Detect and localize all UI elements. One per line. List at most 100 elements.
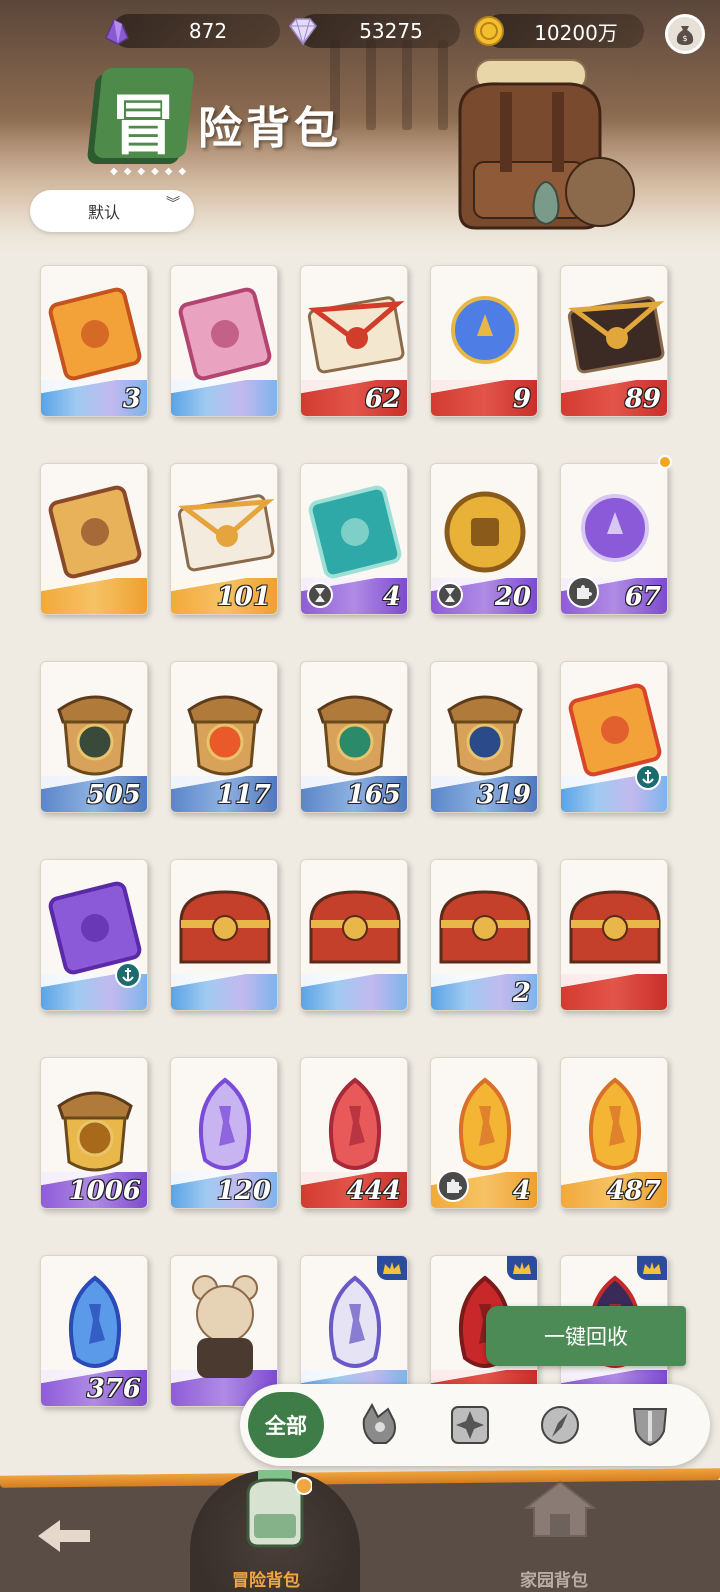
acorn-target-emblem-icon bbox=[187, 695, 263, 776]
item-card[interactable]: 376 bbox=[40, 1255, 148, 1407]
item-card[interactable] bbox=[300, 859, 408, 1011]
star-compass-icon[interactable] bbox=[444, 1399, 496, 1451]
item-card[interactable] bbox=[170, 265, 278, 417]
item-count: 3 bbox=[122, 383, 142, 414]
item-card[interactable] bbox=[170, 859, 278, 1011]
compass-icon[interactable] bbox=[534, 1399, 586, 1451]
item-card[interactable]: 101 bbox=[170, 463, 278, 615]
acorn-diamond-emblem-icon bbox=[57, 1091, 133, 1172]
hourglass-icon bbox=[437, 582, 463, 608]
gold-coin-icon bbox=[474, 16, 504, 46]
blue-key-gem-icon bbox=[68, 1275, 122, 1368]
money-bag-button[interactable]: $ bbox=[665, 14, 705, 54]
acorn-leaf-emblem-icon bbox=[317, 695, 393, 776]
anchor-icon bbox=[115, 962, 141, 988]
sort-dropdown[interactable]: 默认 ︾ bbox=[30, 190, 194, 232]
wolf-helmet-icon[interactable] bbox=[354, 1399, 406, 1451]
diamond-value: 53275 bbox=[359, 19, 423, 43]
item-card[interactable]: 2 bbox=[430, 859, 538, 1011]
item-card[interactable]: 67 bbox=[560, 463, 668, 615]
new-item-dot bbox=[658, 455, 672, 469]
gold-medal-coin-icon bbox=[444, 491, 526, 573]
item-card[interactable]: 20 bbox=[430, 463, 538, 615]
treasure-chest-icon bbox=[309, 890, 401, 964]
crown-icon bbox=[377, 1256, 407, 1280]
backpack-illustration-icon bbox=[458, 59, 635, 230]
teal-ticket-icon bbox=[308, 485, 402, 579]
adventure-bag-icon bbox=[246, 1470, 312, 1548]
crown-icon bbox=[507, 1256, 537, 1280]
item-count: 2 bbox=[512, 977, 532, 1008]
item-count: 117 bbox=[216, 779, 272, 810]
item-count: 487 bbox=[606, 1175, 662, 1206]
item-count: 4 bbox=[512, 1175, 532, 1206]
item-card[interactable]: 89 bbox=[560, 265, 668, 417]
puzzle-icon bbox=[437, 1170, 469, 1202]
treasure-chest-icon bbox=[179, 890, 271, 964]
item-card[interactable]: 62 bbox=[300, 265, 408, 417]
back-arrow-icon[interactable] bbox=[34, 1516, 94, 1556]
nav-adventure-bag[interactable]: 冒险背包 bbox=[222, 1460, 328, 1592]
mouse-character-figure-icon bbox=[192, 1275, 258, 1378]
item-card[interactable]: 3 bbox=[40, 265, 148, 417]
item-card[interactable] bbox=[40, 463, 148, 615]
item-card[interactable]: 505 bbox=[40, 661, 148, 813]
diamond-counter: 53275 bbox=[289, 14, 460, 48]
item-card[interactable] bbox=[560, 661, 668, 813]
item-count: 319 bbox=[476, 779, 532, 810]
crystal-orb-crown-icon bbox=[451, 296, 519, 364]
gold-coin-value: 10200万 bbox=[534, 20, 618, 45]
orange-ticket-icon bbox=[48, 287, 142, 381]
gold-coin-counter: 10200万 bbox=[474, 14, 644, 48]
white-envelope-letter-icon bbox=[177, 494, 275, 572]
anchor-icon bbox=[635, 764, 661, 790]
item-card[interactable] bbox=[40, 859, 148, 1011]
nav-adventure-bag-label: 冒险背包 bbox=[232, 1571, 300, 1591]
chevron-down-icon: ︾ bbox=[166, 196, 180, 212]
filter-all-button[interactable]: 全部 bbox=[248, 1392, 324, 1458]
item-count: 67 bbox=[624, 581, 662, 612]
acorn-star-emblem-icon bbox=[447, 695, 523, 776]
diamond-icon bbox=[289, 18, 317, 46]
hammer-plus-one-card-icon bbox=[48, 485, 142, 579]
item-card[interactable]: 9 bbox=[430, 265, 538, 417]
item-card[interactable]: 117 bbox=[170, 661, 278, 813]
purple-crystal-value: 872 bbox=[188, 19, 228, 43]
item-count: 9 bbox=[512, 383, 532, 414]
one-click-recycle-button[interactable]: 一键回收 bbox=[486, 1306, 686, 1366]
item-card[interactable] bbox=[170, 1255, 278, 1407]
item-card[interactable]: 165 bbox=[300, 661, 408, 813]
item-count: 101 bbox=[216, 581, 272, 612]
purple-crystal-icon bbox=[105, 18, 129, 45]
item-count: 165 bbox=[346, 779, 402, 810]
item-card[interactable]: 4 bbox=[300, 463, 408, 615]
svg-text:$: $ bbox=[682, 34, 687, 43]
red-envelope-letter-icon bbox=[307, 296, 405, 374]
title-dots: ◆◆◆◆◆◆ bbox=[110, 166, 193, 177]
item-card[interactable]: 487 bbox=[560, 1057, 668, 1209]
nav-home-bag[interactable]: 家园背包 bbox=[510, 1470, 610, 1592]
item-card[interactable]: 4 bbox=[430, 1057, 538, 1209]
rainbow-key-gem-icon bbox=[198, 1077, 252, 1170]
item-card[interactable]: 444 bbox=[300, 1057, 408, 1209]
item-card[interactable]: 120 bbox=[170, 1057, 278, 1209]
crown-icon bbox=[637, 1256, 667, 1280]
item-count: 62 bbox=[364, 383, 402, 414]
item-count: 376 bbox=[86, 1373, 142, 1404]
shield-sword-icon[interactable] bbox=[624, 1399, 676, 1451]
money-bag-icon: $ bbox=[676, 26, 694, 45]
prism-gem-icon bbox=[328, 1275, 382, 1368]
item-count: 505 bbox=[86, 779, 142, 810]
bottom-navigation bbox=[0, 1480, 720, 1592]
acorn-eye-emblem-icon bbox=[57, 695, 133, 776]
item-card[interactable]: 1006 bbox=[40, 1057, 148, 1209]
item-card[interactable] bbox=[560, 859, 668, 1011]
puzzle-icon bbox=[567, 576, 599, 608]
item-card[interactable]: 319 bbox=[430, 661, 538, 813]
hourglass-icon bbox=[307, 582, 333, 608]
treasure-chest-icon bbox=[569, 890, 661, 964]
red-key-gem-icon bbox=[328, 1077, 382, 1170]
purple-crystal-counter: 872 bbox=[105, 14, 280, 48]
dark-envelope-letter-icon bbox=[567, 296, 665, 374]
pink-ticket-icon bbox=[178, 287, 272, 381]
